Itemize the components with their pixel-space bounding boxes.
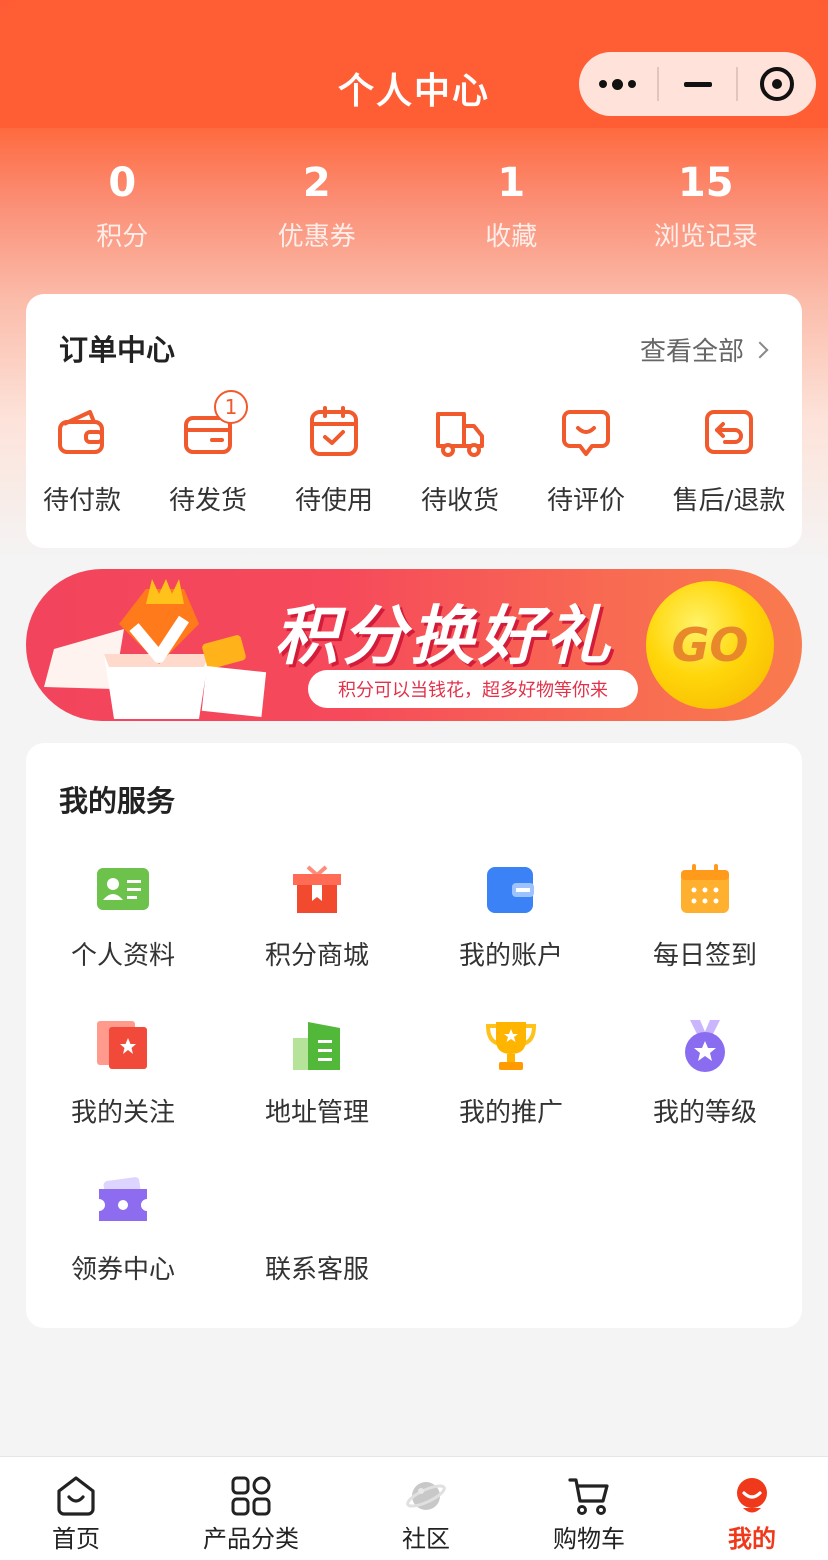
- service-following[interactable]: 我的关注: [26, 1018, 220, 1129]
- user-icon: [731, 1475, 773, 1517]
- service-label: 我的关注: [70, 1098, 175, 1128]
- stat-coupons[interactable]: 2 优惠券: [220, 158, 415, 253]
- service-promotion[interactable]: 我的推广: [414, 1018, 608, 1129]
- tab-label: 产品分类: [203, 1525, 299, 1553]
- minus-icon: [683, 81, 712, 87]
- order-to-receive[interactable]: 待收货: [395, 404, 525, 517]
- service-points-mall[interactable]: 积分商城: [220, 861, 414, 972]
- coupon-icon: [94, 1175, 152, 1233]
- service-daily-checkin[interactable]: 每日签到: [608, 861, 802, 972]
- tab-cart[interactable]: 购物车: [509, 1475, 669, 1554]
- service-label: 我的等级: [652, 1098, 757, 1128]
- service-label: 个人资料: [70, 941, 175, 971]
- order-to-use[interactable]: 待使用: [269, 404, 399, 517]
- return-icon: [701, 404, 757, 460]
- profile-card-icon: [94, 861, 152, 919]
- tab-label: 社区: [402, 1525, 450, 1553]
- order-pending-shipment[interactable]: 1 待发货: [143, 390, 273, 517]
- service-my-account[interactable]: 我的账户: [414, 861, 608, 972]
- order-label: 待使用: [294, 486, 373, 516]
- more-dots-icon: [599, 78, 637, 90]
- comment-icon: [558, 404, 614, 460]
- go-button[interactable]: GO: [646, 581, 774, 709]
- tab-label: 首页: [52, 1525, 100, 1553]
- home-icon: [55, 1475, 97, 1517]
- chevron-right-icon: [751, 341, 769, 358]
- service-customer-support[interactable]: 联系客服: [220, 1175, 414, 1286]
- order-label: 售后/退款: [672, 486, 786, 516]
- service-address[interactable]: 地址管理: [220, 1018, 414, 1129]
- calendar-icon: [676, 861, 734, 919]
- wallet-icon: [54, 404, 110, 460]
- tab-label: 我的: [728, 1525, 776, 1553]
- tab-home[interactable]: 首页: [0, 1475, 156, 1554]
- my-services-card: 我的服务 个人资料 积分商城 我的账户 每日签到 我的关注 地址管理 我的推广 …: [26, 743, 802, 1328]
- points-exchange-banner[interactable]: 积分换好礼 积分可以当钱花，超多好物等你来 GO: [26, 569, 802, 721]
- service-label: 我的账户: [458, 941, 563, 971]
- services-title: 我的服务: [59, 784, 176, 818]
- truck-icon: [432, 404, 488, 460]
- stat-label: 积分: [96, 222, 149, 252]
- minimize-button[interactable]: [659, 52, 737, 116]
- service-coupon-center[interactable]: 领券中心: [26, 1175, 220, 1286]
- cart-icon: [568, 1475, 610, 1517]
- order-label: 待评价: [546, 486, 625, 516]
- tab-label: 购物车: [553, 1525, 625, 1553]
- star-card-icon: [94, 1018, 152, 1076]
- order-after-sales[interactable]: 售后/退款: [664, 404, 794, 517]
- banner-title: 积分换好礼: [274, 600, 614, 674]
- service-label: 我的推广: [458, 1098, 563, 1128]
- stat-points[interactable]: 0 积分: [25, 158, 220, 253]
- order-label: 待发货: [168, 486, 247, 516]
- grid-icon: [230, 1475, 272, 1517]
- banner-subtitle: 积分可以当钱花，超多好物等你来: [308, 670, 638, 708]
- bottom-tab-bar: 首页 产品分类 社区 购物车 我的: [0, 1456, 828, 1560]
- target-close-icon: [760, 67, 795, 101]
- building-icon: [288, 1018, 346, 1076]
- close-button[interactable]: [738, 52, 816, 116]
- nav-bar: 个人中心: [0, 0, 828, 128]
- planet-icon: [405, 1475, 447, 1517]
- tab-mine[interactable]: 我的: [672, 1475, 828, 1554]
- tab-community[interactable]: 社区: [346, 1475, 506, 1554]
- stat-favorites[interactable]: 1 收藏: [414, 158, 609, 253]
- pending-shipment-badge: 1: [214, 390, 248, 424]
- service-label: 地址管理: [264, 1098, 369, 1128]
- stat-label: 浏览记录: [653, 222, 758, 252]
- service-label: 领券中心: [70, 1255, 175, 1285]
- gift-box-icon: [288, 861, 346, 919]
- stat-label: 收藏: [485, 222, 538, 252]
- package-icon: 1: [180, 390, 248, 460]
- view-all-label: 查看全部: [639, 337, 744, 367]
- service-label: 联系客服: [264, 1255, 369, 1285]
- service-label: 积分商城: [264, 941, 369, 971]
- tab-categories[interactable]: 产品分类: [171, 1475, 331, 1554]
- service-label: 每日签到: [652, 941, 757, 971]
- order-status-list: 待付款 1 待发货 待使用 待收货 待评价 售后/退款: [26, 390, 802, 524]
- order-pending-payment[interactable]: 待付款: [17, 404, 147, 517]
- wallet-card-icon: [482, 861, 540, 919]
- order-to-review[interactable]: 待评价: [521, 404, 651, 517]
- stat-value: 2: [302, 160, 331, 206]
- medal-icon: [676, 1018, 734, 1076]
- order-center-title: 订单中心: [59, 333, 176, 367]
- stat-value: 15: [677, 160, 734, 206]
- view-all-orders-link[interactable]: 查看全部: [639, 331, 769, 368]
- user-stats: 0 积分 2 优惠券 1 收藏 15 浏览记录: [25, 158, 803, 253]
- more-button[interactable]: [579, 52, 657, 116]
- order-label: 待收货: [420, 486, 499, 516]
- service-profile[interactable]: 个人资料: [26, 861, 220, 972]
- stat-value: 0: [108, 160, 137, 206]
- order-center-card: 订单中心 查看全部 待付款 1 待发货 待使用 待收货 待评价 售后/退款: [26, 294, 802, 548]
- gift-illustration: [44, 579, 267, 719]
- service-my-level[interactable]: 我的等级: [608, 1018, 802, 1129]
- stat-label: 优惠券: [277, 222, 356, 252]
- miniprogram-capsule: [579, 52, 816, 116]
- calendar-check-icon: [306, 404, 362, 460]
- order-label: 待付款: [42, 486, 121, 516]
- customer-support-icon: [288, 1175, 346, 1233]
- stat-history[interactable]: 15 浏览记录: [609, 158, 804, 253]
- trophy-icon: [482, 1018, 540, 1076]
- stat-value: 1: [497, 160, 526, 206]
